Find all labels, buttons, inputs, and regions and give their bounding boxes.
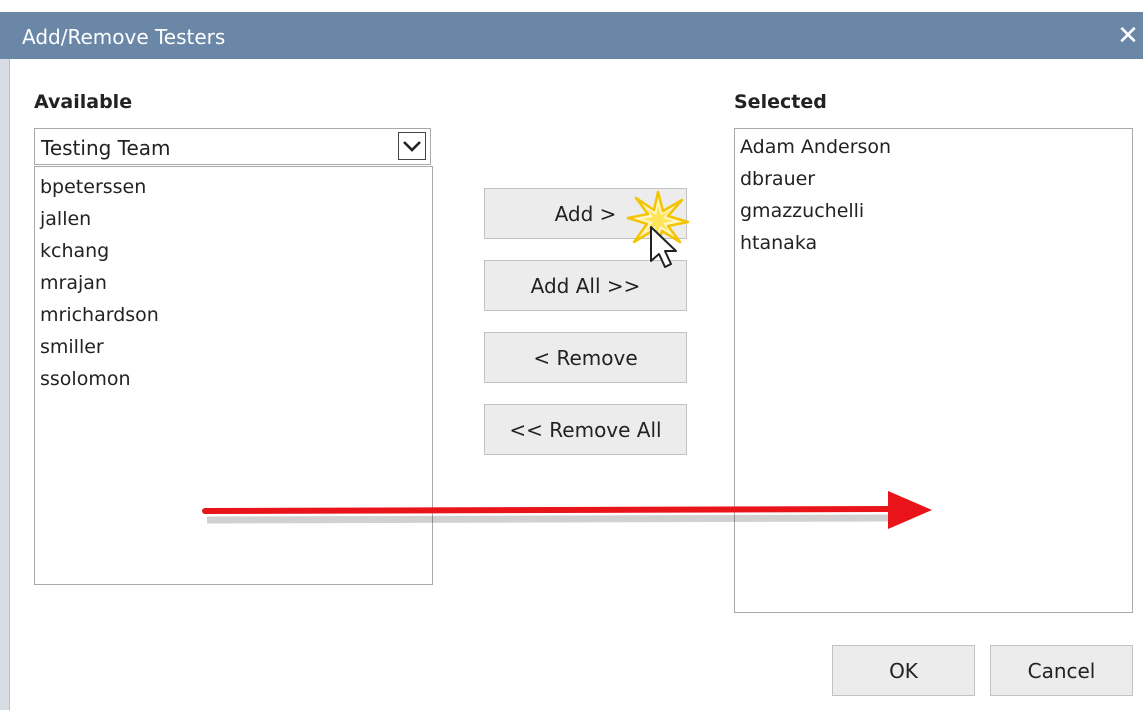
annotation-overlay: [202, 190, 932, 529]
red-arrow-icon: [202, 491, 932, 529]
